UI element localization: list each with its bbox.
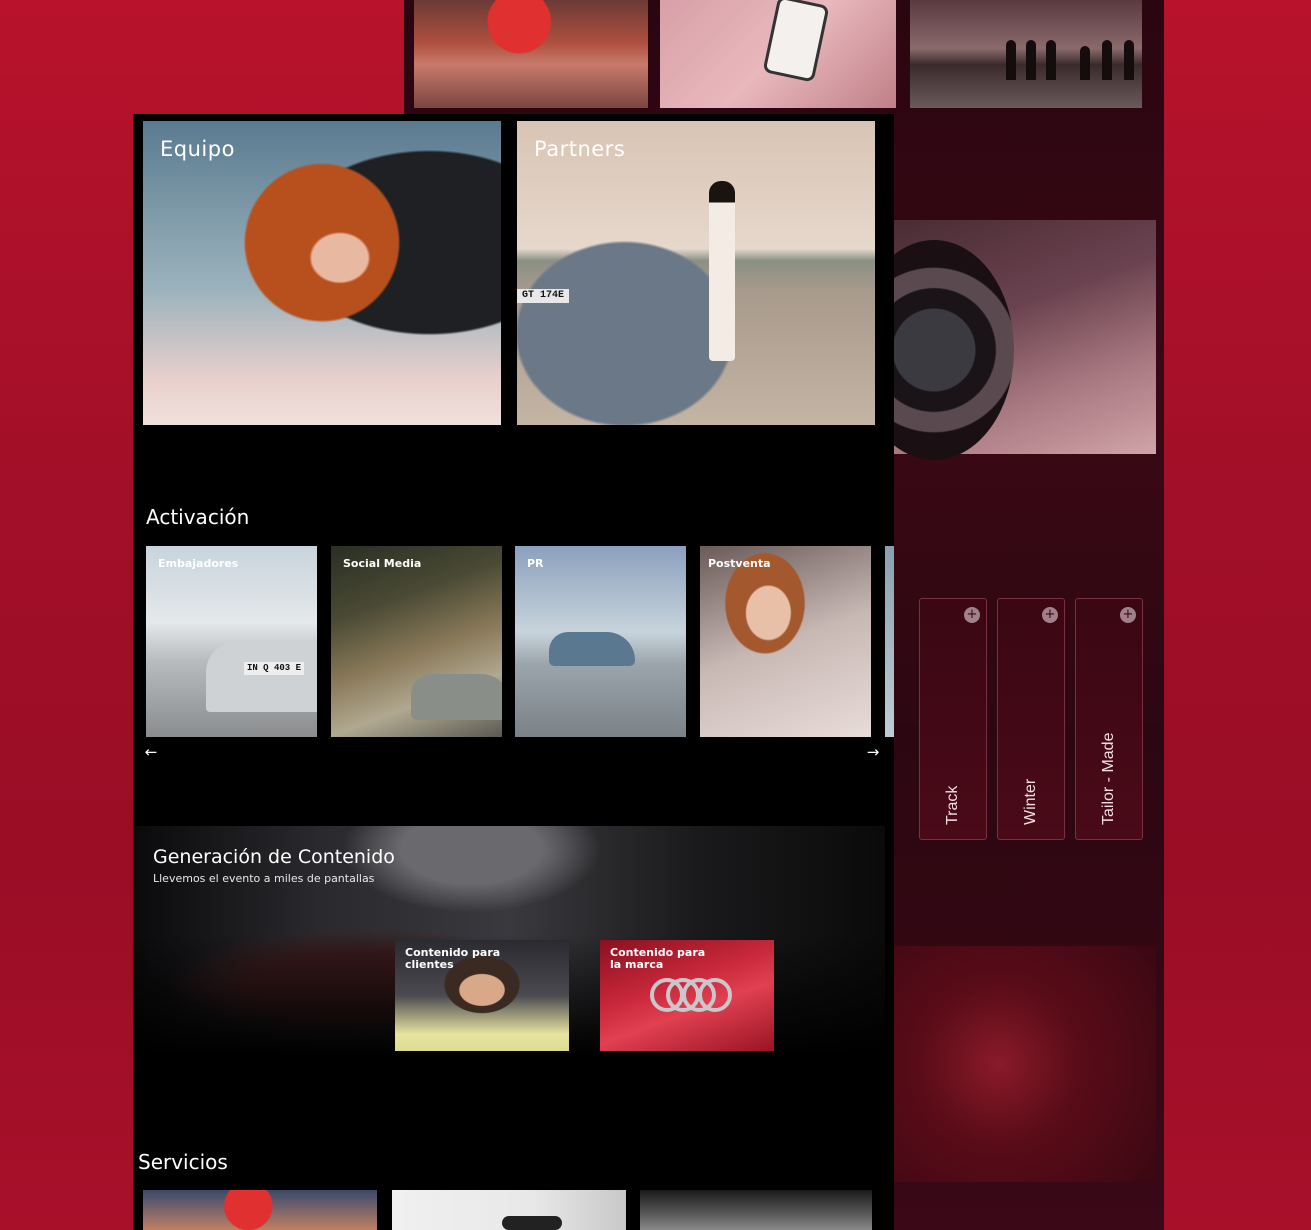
activation-card-label: Social Media [343,557,422,570]
plus-circle-icon[interactable]: + [1120,607,1136,623]
front-mockup-panel: Equipo GT 174E Partners Activación IN Q … [133,114,894,1230]
hero-card-label: Equipo [160,137,235,161]
section-title-generacion: Generación de Contenido [153,846,395,868]
section-subtitle-generacion: Llevemos el evento a miles de pantallas [153,872,375,885]
background-car-image [854,220,1156,460]
section-title-servicios: Servicios [138,1150,228,1174]
arrow-right-icon[interactable]: → [863,743,883,761]
content-card-label-line: clientes [405,958,454,971]
service-thumb[interactable] [640,1190,872,1230]
side-card-label: Track [944,785,961,825]
car-image [206,642,317,712]
content-card-label: Contenido para la marca [610,947,705,971]
service-thumb[interactable] [143,1190,377,1230]
content-card-label: Contenido para clientes [405,947,500,971]
side-card-label: Tailor - Made [1100,732,1117,825]
activation-card-label: Embajadores [158,557,239,570]
content-card-label-line: la marca [610,958,664,971]
plus-circle-icon[interactable]: + [964,607,980,623]
background-side-cards: + Track + Winter + Tailor - Made [894,598,1154,840]
activation-card-social-media[interactable]: Social Media [331,546,502,737]
content-card-marca[interactable]: Contenido para la marca [600,940,774,1051]
background-thumb-group [910,0,1142,108]
side-card-tailor-made[interactable]: + Tailor - Made [1075,598,1143,840]
hero-card-equipo[interactable]: Equipo [143,121,501,425]
license-plate: IN Q 403 E [244,662,304,675]
activation-card-postventa[interactable]: Postventa [700,546,871,737]
plus-circle-icon[interactable]: + [1042,607,1058,623]
phone-image [762,0,830,83]
arrow-left-icon[interactable]: ← [141,743,161,761]
activation-card-label: PR [527,557,544,570]
activation-card-embajadores[interactable]: IN Q 403 E Embajadores [146,546,317,737]
hero-card-partners[interactable]: GT 174E Partners [517,121,875,425]
person-image [709,181,735,361]
car-image [549,632,635,666]
side-card-winter[interactable]: + Winter [997,598,1065,840]
section-title-activacion: Activación [146,505,250,529]
rings-logo [650,978,734,1014]
silhouette [1026,40,1036,80]
hero-card-label: Partners [534,137,626,161]
side-card-label: Winter [1022,778,1039,825]
silhouette [1124,40,1134,80]
silhouette [1046,40,1056,80]
activation-card-partial[interactable] [885,546,894,737]
background-bottom-image [894,946,1156,1182]
silhouette [1080,46,1090,80]
activation-card-pr[interactable]: PR [515,546,686,737]
car-image [411,674,502,720]
background-thumb-phone [660,0,896,108]
service-thumb[interactable] [392,1190,626,1230]
device-image [502,1216,562,1230]
content-card-clientes[interactable]: Contenido para clientes [395,940,569,1051]
silhouette [1006,40,1016,80]
license-plate: GT 174E [517,289,569,303]
side-card-track[interactable]: + Track [919,598,987,840]
activation-card-label: Postventa [708,557,771,570]
silhouette [1102,40,1112,80]
background-thumb-person [414,0,648,108]
